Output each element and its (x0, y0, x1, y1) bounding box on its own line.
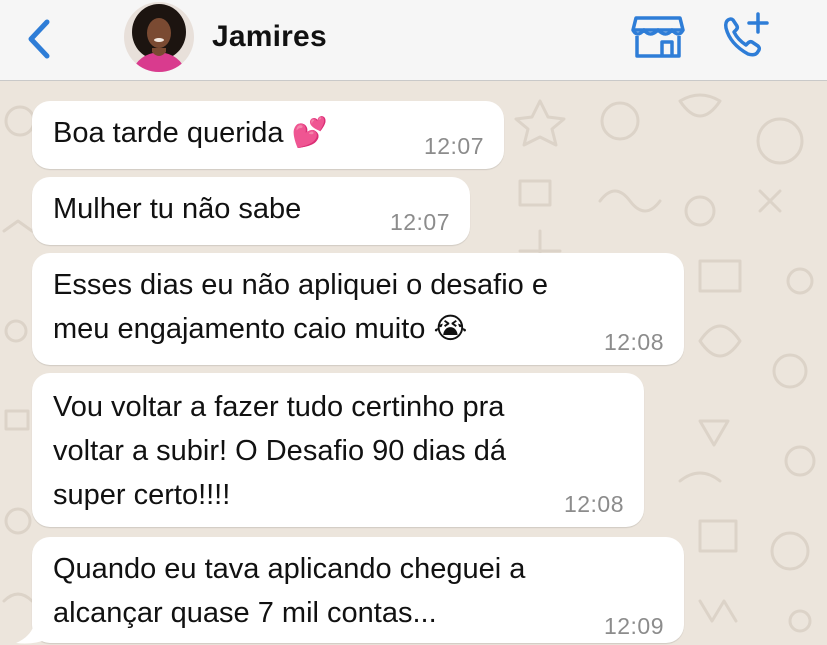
message-bubble[interactable]: Vou voltar a fazer tudo certinho pra vol… (32, 373, 644, 527)
message-text: Quando eu tava aplicando cheguei a (53, 553, 526, 585)
chevron-left-icon (28, 19, 50, 59)
message-text: Vou voltar a fazer tudo certinho pra (53, 391, 505, 423)
bubble-tail (16, 625, 48, 644)
message-timestamp: 12:09 (603, 613, 664, 639)
message-text: meu engajamento caio muito 😭 (53, 313, 468, 345)
message-text: voltar a subir! O Desafio 90 dias dá (53, 435, 506, 467)
storefront-icon (631, 16, 685, 58)
phone-add-icon (724, 12, 769, 57)
message-text: Boa tarde querida 💕 (53, 117, 328, 149)
message-bubble[interactable]: Boa tarde querida 💕 12:07 (32, 101, 504, 169)
contact-avatar[interactable] (124, 2, 194, 72)
store-button[interactable] (630, 14, 686, 60)
chat-header: Jamires (0, 0, 827, 81)
message-text: alcançar quase 7 mil contas... (53, 597, 437, 629)
message-timestamp: 12:08 (563, 491, 624, 517)
message-bubble[interactable]: Esses dias eu não apliquei o desafio e m… (32, 253, 684, 365)
avatar-image (124, 2, 194, 72)
message-timestamp: 12:07 (389, 209, 450, 235)
add-call-button[interactable] (718, 10, 774, 60)
back-button[interactable] (18, 14, 58, 64)
chat-area[interactable]: Boa tarde querida 💕 12:07 Mulher tu não … (0, 81, 827, 645)
message-timestamp: 12:08 (603, 329, 664, 355)
message-bubble[interactable]: Mulher tu não sabe 12:07 (32, 177, 470, 245)
message-text: super certo!!!! (53, 479, 231, 511)
contact-name[interactable]: Jamires (212, 20, 327, 54)
message-timestamp: 12:07 (423, 133, 484, 159)
message-text: Mulher tu não sabe (53, 193, 302, 225)
message-text: Esses dias eu não apliquei o desafio e (53, 269, 548, 301)
message-bubble[interactable]: Quando eu tava aplicando cheguei a alcan… (32, 537, 684, 643)
